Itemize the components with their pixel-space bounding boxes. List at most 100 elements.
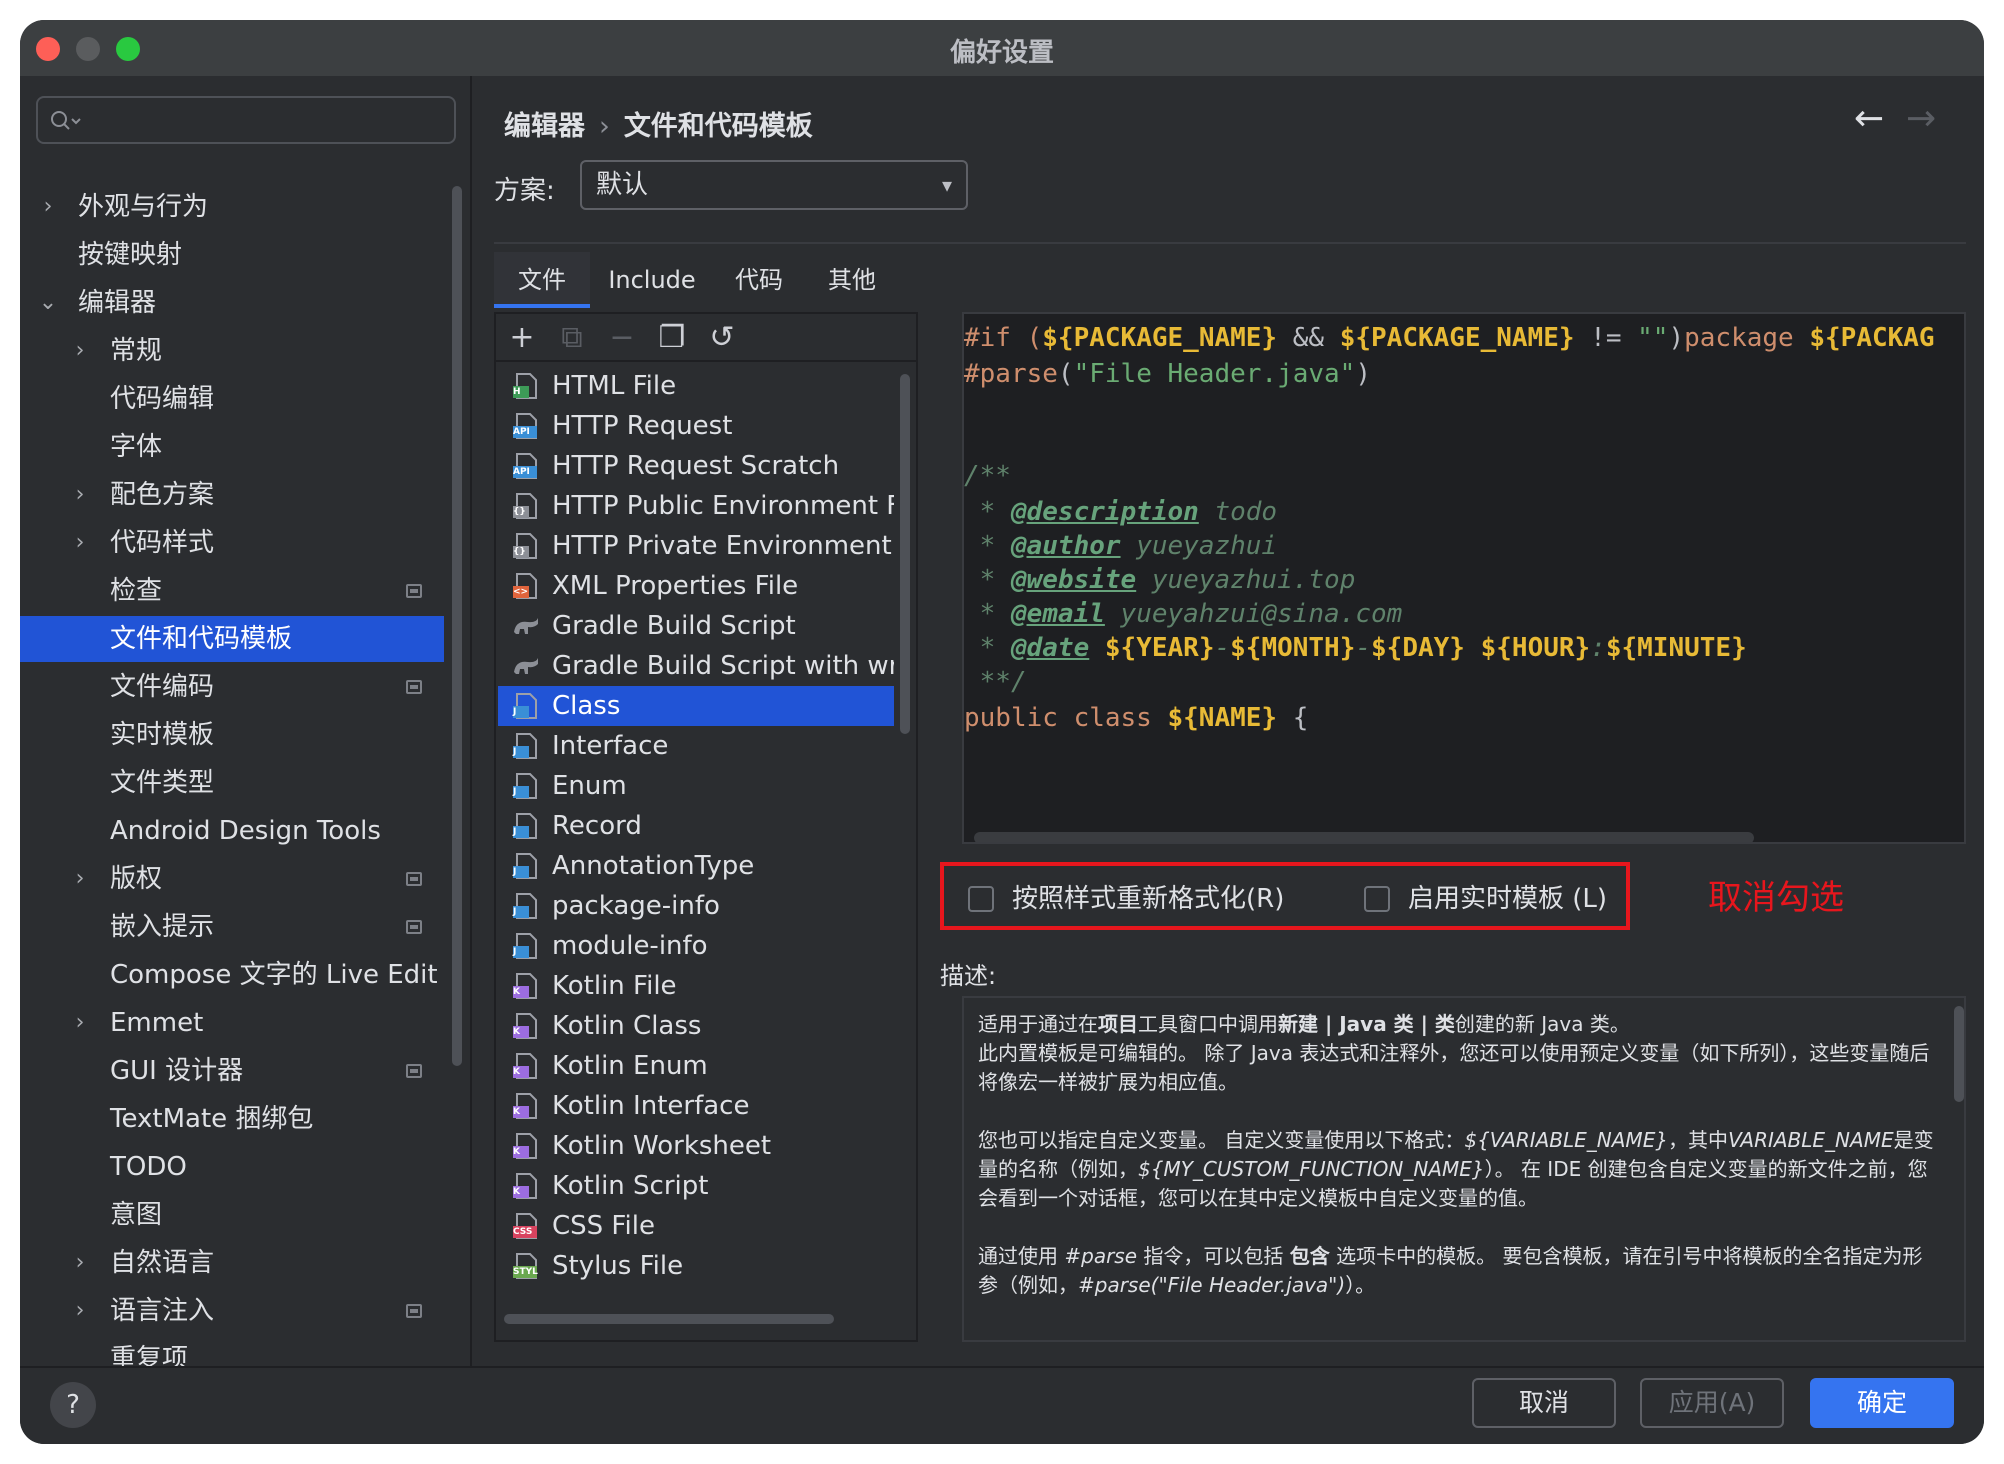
sidebar-item[interactable]: 实时模板 (20, 712, 444, 758)
sidebar-item[interactable]: Android Design Tools (20, 808, 444, 854)
sidebar-item[interactable]: › 代码样式 (20, 520, 444, 566)
chevron-right-icon[interactable]: › (68, 1288, 92, 1334)
sidebar-item[interactable]: › 自然语言 (20, 1240, 444, 1286)
reset-icon[interactable]: ↺ (702, 318, 742, 358)
description-scrollbar[interactable] (1954, 1006, 1964, 1102)
search-input[interactable] (36, 96, 456, 144)
sidebar-item-label: 文件类型 (110, 768, 215, 798)
template-list-item[interactable]: CSS CSS File (498, 1206, 894, 1246)
template-list-item[interactable]: STYL Stylus File (498, 1246, 894, 1286)
template-list-item[interactable]: <> XML Properties File (498, 566, 894, 606)
template-list-item[interactable]: Gradle Build Script (498, 606, 894, 646)
reformat-label[interactable]: 按照样式重新格式化(R) (1012, 878, 1284, 915)
template-list-item[interactable]: K Kotlin Interface (498, 1086, 894, 1126)
chevron-right-icon[interactable]: › (68, 472, 92, 518)
add-icon[interactable]: + (502, 318, 542, 358)
template-label: Gradle Build Script (552, 611, 796, 641)
sidebar-item[interactable]: 意图 (20, 1192, 444, 1238)
add-child-icon[interactable]: ⧉ (552, 318, 592, 358)
scheme-dropdown[interactable]: 默认 ▾ (580, 160, 968, 210)
code-token: #if ( (964, 323, 1043, 353)
sidebar-item[interactable]: 字体 (20, 424, 444, 470)
sidebar-item[interactable]: › 语言注入 (20, 1288, 444, 1334)
template-list-item[interactable]: {} HTTP Private Environment Fi (498, 526, 894, 566)
chevron-right-icon[interactable]: › (68, 1240, 92, 1286)
forward-arrow-icon[interactable]: → (1906, 98, 1936, 139)
template-list-item[interactable]: {} HTTP Public Environment Fil (498, 486, 894, 526)
sidebar-item[interactable]: 代码编辑 (20, 376, 444, 422)
template-list-item[interactable]: Gradle Build Script with wrap (498, 646, 894, 686)
chevron-right-icon[interactable]: › (68, 856, 92, 902)
sidebar-scrollbar[interactable] (452, 186, 462, 1066)
chevron-down-icon[interactable]: ⌄ (36, 280, 60, 326)
template-label: CSS File (552, 1211, 655, 1241)
file-type-tag: API (513, 427, 530, 437)
chevron-right-icon[interactable]: › (68, 520, 92, 566)
sidebar-item[interactable]: › 常规 (20, 328, 444, 374)
tab-code[interactable]: 代码 (714, 252, 804, 308)
sidebar-item[interactable]: TODO (20, 1144, 444, 1190)
template-list-item[interactable]: Jpackage-info (498, 886, 894, 926)
template-list-item[interactable]: K Kotlin Class (498, 1006, 894, 1046)
reformat-checkbox[interactable] (968, 886, 994, 912)
code-token: ${NAME} (1167, 703, 1278, 733)
sidebar-item[interactable]: › 版权 (20, 856, 444, 902)
template-list-item[interactable]: K Kotlin Enum (498, 1046, 894, 1086)
tab-other[interactable]: 其他 (804, 252, 900, 308)
list-horizontal-scrollbar[interactable] (504, 1314, 834, 1324)
template-list-item[interactable]: J Class (498, 686, 894, 726)
template-list-item[interactable]: K Kotlin File (498, 966, 894, 1006)
template-list-item[interactable]: Jmodule-info (498, 926, 894, 966)
template-label: XML Properties File (552, 571, 799, 601)
tab-files[interactable]: 文件 (494, 252, 590, 308)
sidebar-item[interactable]: › 外观与行为 (20, 184, 444, 230)
copy-icon[interactable]: ❐ (652, 318, 692, 358)
template-list-item[interactable]: H HTML File (498, 366, 894, 406)
code-token: todo (1198, 497, 1278, 527)
sidebar-item-label: 意图 (110, 1200, 163, 1230)
template-list-item[interactable]: API HTTP Request (498, 406, 894, 446)
editor-horizontal-scrollbar[interactable] (974, 832, 1754, 842)
live-templates-label[interactable]: 启用实时模板 (L) (1408, 878, 1607, 915)
template-list-item[interactable]: J Enum (498, 766, 894, 806)
remove-icon[interactable]: − (602, 318, 642, 358)
tab-include[interactable]: Include (590, 252, 714, 308)
preferences-window: 偏好设置 › 外观与行为 按键映射 ⌄ 编辑器 › 常规 代码编辑 字体 › 配色方案 › 代码样式 检查… (20, 20, 1984, 1444)
file-type-tag: J (513, 907, 517, 917)
ok-button[interactable]: 确定 (1810, 1378, 1954, 1428)
help-icon[interactable]: ? (50, 1382, 96, 1428)
template-list-item[interactable]: K Kotlin Worksheet (498, 1126, 894, 1166)
code-token: yueyazhui (1120, 531, 1278, 561)
sidebar-item[interactable]: GUI 设计器 (20, 1048, 444, 1094)
sidebar-item[interactable]: 文件类型 (20, 760, 444, 806)
template-list-item[interactable]: J Record (498, 806, 894, 846)
breadcrumb-parent[interactable]: 编辑器 (504, 111, 585, 142)
sidebar-item[interactable]: 检查 (20, 568, 444, 614)
cancel-button[interactable]: 取消 (1472, 1378, 1616, 1428)
template-list-item[interactable]: K Kotlin Script (498, 1166, 894, 1206)
sidebar-item[interactable]: › Emmet (20, 1000, 444, 1046)
sidebar-item[interactable]: Compose 文字的 Live Edit (20, 952, 444, 998)
chevron-right-icon[interactable]: › (36, 184, 60, 230)
template-code-editor[interactable]: #if (${PACKAGE_NAME} && ${PACKAGE_NAME} … (962, 312, 1966, 844)
template-label: HTTP Request Scratch (552, 451, 840, 481)
sidebar-item[interactable]: 文件和代码模板 (20, 616, 444, 662)
chevron-right-icon[interactable]: › (68, 328, 92, 374)
sidebar-item-label: 字体 (110, 432, 163, 462)
apply-button[interactable]: 应用(A) (1640, 1378, 1784, 1428)
sidebar-item[interactable]: TextMate 捆绑包 (20, 1096, 444, 1142)
chevron-right-icon[interactable]: › (68, 1000, 92, 1046)
sidebar-item[interactable]: 嵌入提示 (20, 904, 444, 950)
sidebar-item[interactable]: 文件编码 (20, 664, 444, 710)
template-list-item[interactable]: API HTTP Request Scratch (498, 446, 894, 486)
file-type-tag: K (513, 1067, 520, 1077)
template-list-item[interactable]: J AnnotationType (498, 846, 894, 886)
code-token: package (1684, 323, 1810, 353)
live-templates-checkbox[interactable] (1364, 886, 1390, 912)
list-vertical-scrollbar[interactable] (900, 374, 910, 734)
back-arrow-icon[interactable]: ← (1854, 98, 1884, 139)
sidebar-item[interactable]: › 配色方案 (20, 472, 444, 518)
sidebar-item[interactable]: 按键映射 (20, 232, 444, 278)
sidebar-item[interactable]: ⌄ 编辑器 (20, 280, 444, 326)
template-list-item[interactable]: J Interface (498, 726, 894, 766)
